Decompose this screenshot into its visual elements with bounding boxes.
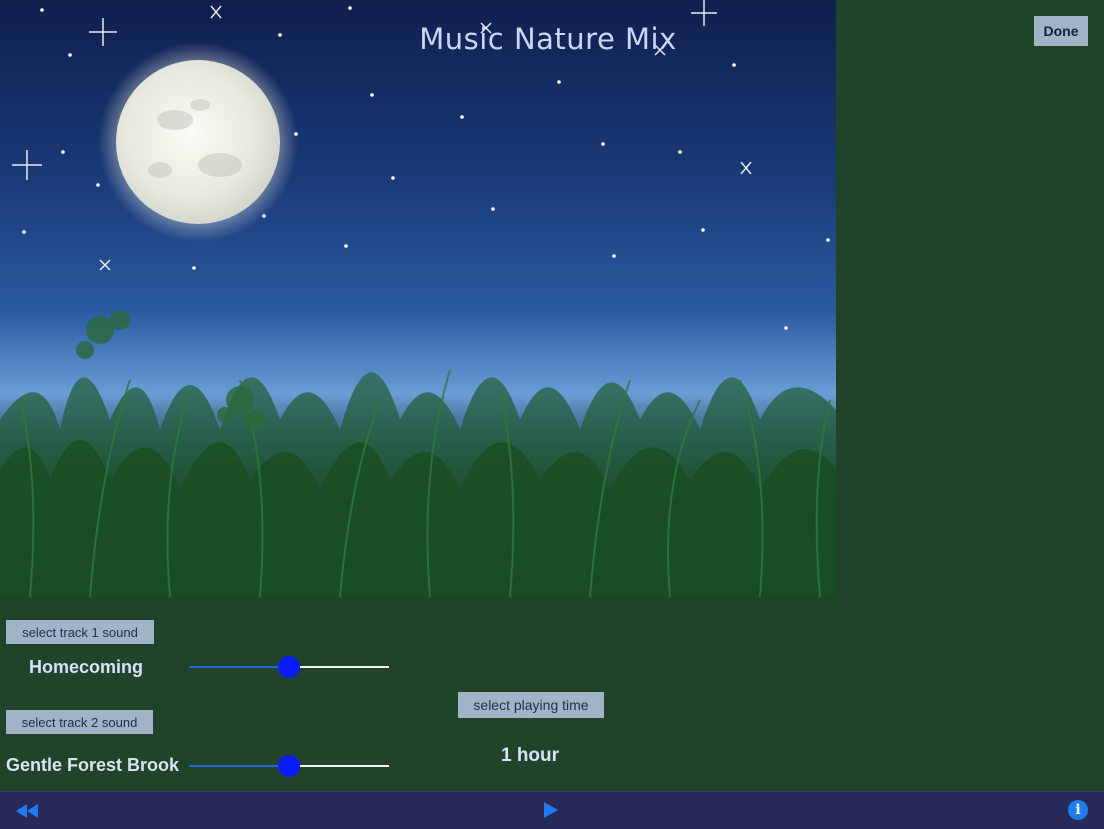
track-2-volume-slider[interactable]: [189, 754, 389, 778]
star: [61, 150, 65, 154]
slider-thumb[interactable]: [278, 755, 300, 777]
bottom-toolbar: i: [0, 791, 1104, 829]
star: [192, 266, 196, 270]
star: [784, 326, 788, 330]
star: [96, 183, 100, 187]
star: [278, 33, 282, 37]
star: [22, 230, 26, 234]
scene-artwork: [0, 0, 836, 597]
rewind-icon[interactable]: [16, 803, 38, 822]
star: [262, 214, 266, 218]
star: [557, 80, 561, 84]
slider-track: [289, 666, 389, 668]
select-playing-time-button[interactable]: select playing time: [458, 692, 604, 718]
star: [460, 115, 464, 119]
slider-thumb[interactable]: [278, 656, 300, 678]
play-icon[interactable]: [543, 802, 559, 822]
star: [344, 244, 348, 248]
select-track-2-button[interactable]: select track 2 sound: [6, 710, 153, 734]
info-icon[interactable]: i: [1068, 800, 1088, 820]
star: [601, 142, 605, 146]
track-1-name: Homecoming: [28, 657, 143, 677]
moon: [116, 60, 280, 224]
done-button[interactable]: Done: [1034, 16, 1088, 46]
select-track-1-button[interactable]: select track 1 sound: [6, 620, 154, 644]
star: [701, 228, 705, 232]
slider-fill: [189, 666, 289, 668]
moonlit-meadow-image: Music Nature Mix: [0, 0, 836, 597]
star: [370, 93, 374, 97]
slider-fill: [189, 765, 289, 767]
star: [732, 63, 736, 67]
star: [678, 150, 682, 154]
star: [294, 132, 298, 136]
track-2-name: Gentle Forest Brook: [5, 755, 180, 775]
slider-track: [289, 765, 389, 767]
playing-time-value: 1 hour: [500, 745, 560, 766]
track-1-volume-slider[interactable]: [189, 655, 389, 679]
star: [491, 207, 495, 211]
star: [68, 53, 72, 57]
star: [40, 8, 44, 12]
star: [391, 176, 395, 180]
app-title: Music Nature Mix: [419, 22, 677, 56]
star: [826, 238, 830, 242]
star: [612, 254, 616, 258]
star: [348, 6, 352, 10]
